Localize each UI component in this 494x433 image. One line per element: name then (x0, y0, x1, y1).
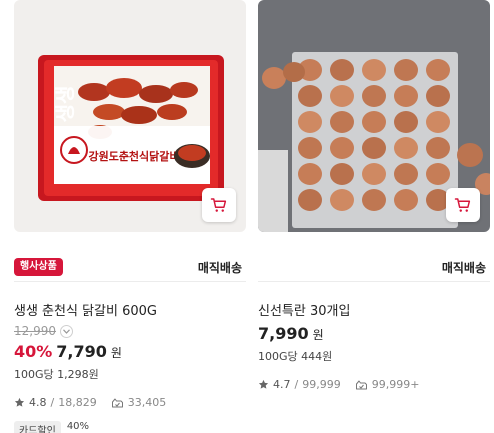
package-brand-text: 생생 (53, 86, 77, 123)
price-row: 7,990 원 (258, 324, 324, 343)
star-icon (14, 397, 25, 407)
sale-price: 7,990 (258, 324, 309, 343)
egg (394, 163, 418, 185)
egg (330, 59, 354, 81)
egg (394, 59, 418, 81)
package-title-text: 강원도춘천식닭갈비 (88, 149, 179, 163)
delivery-label: 매직배송 (441, 261, 486, 275)
egg (298, 163, 322, 185)
currency-label: 원 (110, 346, 122, 360)
product-name[interactable]: 생생 춘천식 닭갈비 600G (14, 300, 157, 319)
egg (362, 189, 386, 211)
egg (426, 85, 450, 107)
egg (298, 189, 322, 211)
egg (394, 111, 418, 133)
egg (426, 163, 450, 185)
wish-count: 33,405 (127, 396, 167, 409)
price-info-toggle[interactable] (60, 324, 73, 338)
rating-separator: / (294, 378, 299, 391)
egg (330, 189, 354, 211)
egg (298, 111, 322, 133)
delivery-label: 매직배송 (197, 261, 242, 275)
currency-label: 원 (312, 328, 324, 342)
wish-icon (111, 398, 123, 407)
review-count: 99,999 (302, 378, 341, 391)
egg (394, 189, 418, 211)
add-to-cart-button[interactable] (202, 188, 236, 222)
egg (330, 163, 354, 185)
review-count: 18,829 (58, 396, 97, 409)
product-name[interactable]: 신선특란 30개입 (258, 300, 350, 319)
add-to-cart-button[interactable] (446, 188, 480, 222)
unit-price: 100G당 1,298원 (14, 368, 99, 381)
egg (298, 137, 322, 159)
rating-value: 4.7 (273, 378, 291, 391)
egg (362, 59, 386, 81)
product-card-dakgalbi[interactable]: 생생 강원도춘천식닭갈비 행사상품 매직배송 생생 춘천식 닭갈비 600G 1… (14, 0, 246, 433)
egg (330, 111, 354, 133)
unit-price: 100G당 444원 (258, 350, 333, 363)
product-image[interactable] (258, 0, 490, 232)
product-meta-row: 행사상품 매직배송 (14, 246, 246, 282)
cart-icon (454, 198, 471, 212)
chevron-down-icon (63, 328, 70, 334)
egg (426, 111, 450, 133)
egg (362, 163, 386, 185)
product-meta-row: 매직배송 (258, 246, 490, 282)
card-discount-row: 카드할인 40% (14, 421, 89, 433)
cart-icon (210, 198, 227, 212)
event-badge: 행사상품 (14, 258, 63, 276)
wish-icon (355, 380, 367, 389)
wish-count: 99,999+ (371, 378, 420, 391)
egg (426, 59, 450, 81)
product-stats: 4.8/18,829 33,405 (14, 396, 166, 409)
egg (394, 85, 418, 107)
rating-value: 4.8 (29, 396, 47, 409)
egg (298, 85, 322, 107)
original-price-row: 12,990 (14, 324, 73, 338)
discount-rate: 40% (14, 342, 53, 361)
sale-price: 7,790 (56, 342, 107, 361)
rating-separator: / (50, 396, 55, 409)
original-price: 12,990 (14, 324, 56, 338)
egg (362, 111, 386, 133)
card-discount-value: 40% (66, 421, 90, 432)
product-stats: 4.7/99,999 99,999+ (258, 378, 419, 391)
egg (426, 137, 450, 159)
egg (362, 137, 386, 159)
egg (330, 85, 354, 107)
egg (330, 137, 354, 159)
price-row: 40% 7,790 원 (14, 342, 122, 361)
product-image[interactable]: 생생 강원도춘천식닭갈비 (14, 0, 246, 232)
star-icon (258, 379, 269, 389)
egg (362, 85, 386, 107)
egg (394, 137, 418, 159)
card-discount-label: 카드할인 (14, 421, 61, 433)
product-card-eggs[interactable]: 매직배송 신선특란 30개입 7,990 원 100G당 444원 4.7/99… (258, 0, 490, 433)
